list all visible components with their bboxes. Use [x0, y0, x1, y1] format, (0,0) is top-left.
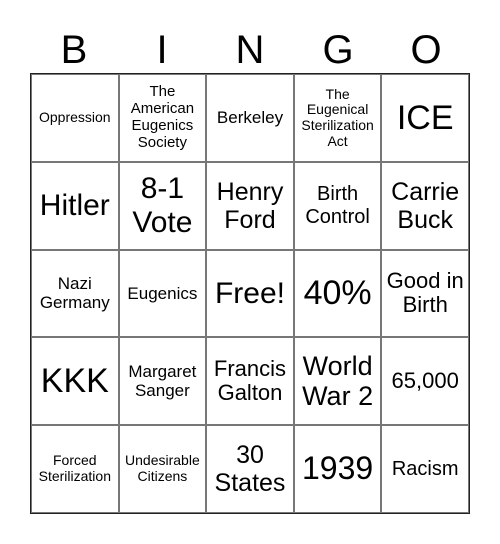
bingo-cell[interactable]: Francis Galton — [206, 337, 294, 426]
bingo-cell[interactable]: Margaret Sanger — [118, 337, 207, 426]
bingo-cell[interactable]: The American Eugenics Society — [118, 74, 207, 162]
bingo-cell[interactable]: KKK — [31, 337, 119, 426]
bingo-cell[interactable]: 30 States — [206, 425, 294, 513]
header-letter-o: O — [410, 28, 442, 72]
bingo-cell[interactable]: Nazi Germany — [31, 249, 119, 338]
bingo-cell[interactable]: Oppression — [31, 74, 119, 162]
bingo-cell[interactable]: ICE — [381, 74, 469, 162]
bingo-cell[interactable]: Forced Sterilization — [31, 425, 119, 513]
bingo-cell[interactable]: 1939 — [293, 425, 382, 513]
bingo-header: B I N G O — [30, 28, 470, 73]
bingo-cell[interactable]: Eugenics — [118, 249, 207, 338]
header-letter-i: I — [156, 28, 168, 72]
bingo-cell[interactable]: Carrie Buck — [381, 161, 469, 250]
header-letter-b: B — [60, 28, 88, 72]
bingo-cell[interactable]: 65,000 — [381, 337, 469, 426]
bingo-cell[interactable]: Undesirable Citizens — [118, 425, 207, 513]
header-letter-n: N — [235, 28, 265, 72]
bingo-card: Oppression The American Eugenics Society… — [30, 73, 470, 514]
bingo-cell free-space[interactable]: Free! — [206, 249, 294, 338]
bingo-cell[interactable]: Racism — [381, 425, 469, 513]
bingo-cell[interactable]: 8-1 Vote — [118, 161, 207, 250]
bingo-cell[interactable]: World War 2 — [293, 337, 382, 426]
bingo-cell[interactable]: Henry Ford — [206, 161, 294, 250]
header-letter-g: G — [322, 28, 354, 72]
bingo-cell[interactable]: Good in Birth — [381, 249, 469, 338]
bingo-cell[interactable]: Hitler — [31, 161, 119, 250]
bingo-cell[interactable]: Berkeley — [206, 74, 294, 162]
bingo-cell[interactable]: The Eugenical Sterilization Act — [293, 74, 382, 162]
bingo-cell[interactable]: 40% — [293, 249, 382, 338]
bingo-cell[interactable]: Birth Control — [293, 161, 382, 250]
